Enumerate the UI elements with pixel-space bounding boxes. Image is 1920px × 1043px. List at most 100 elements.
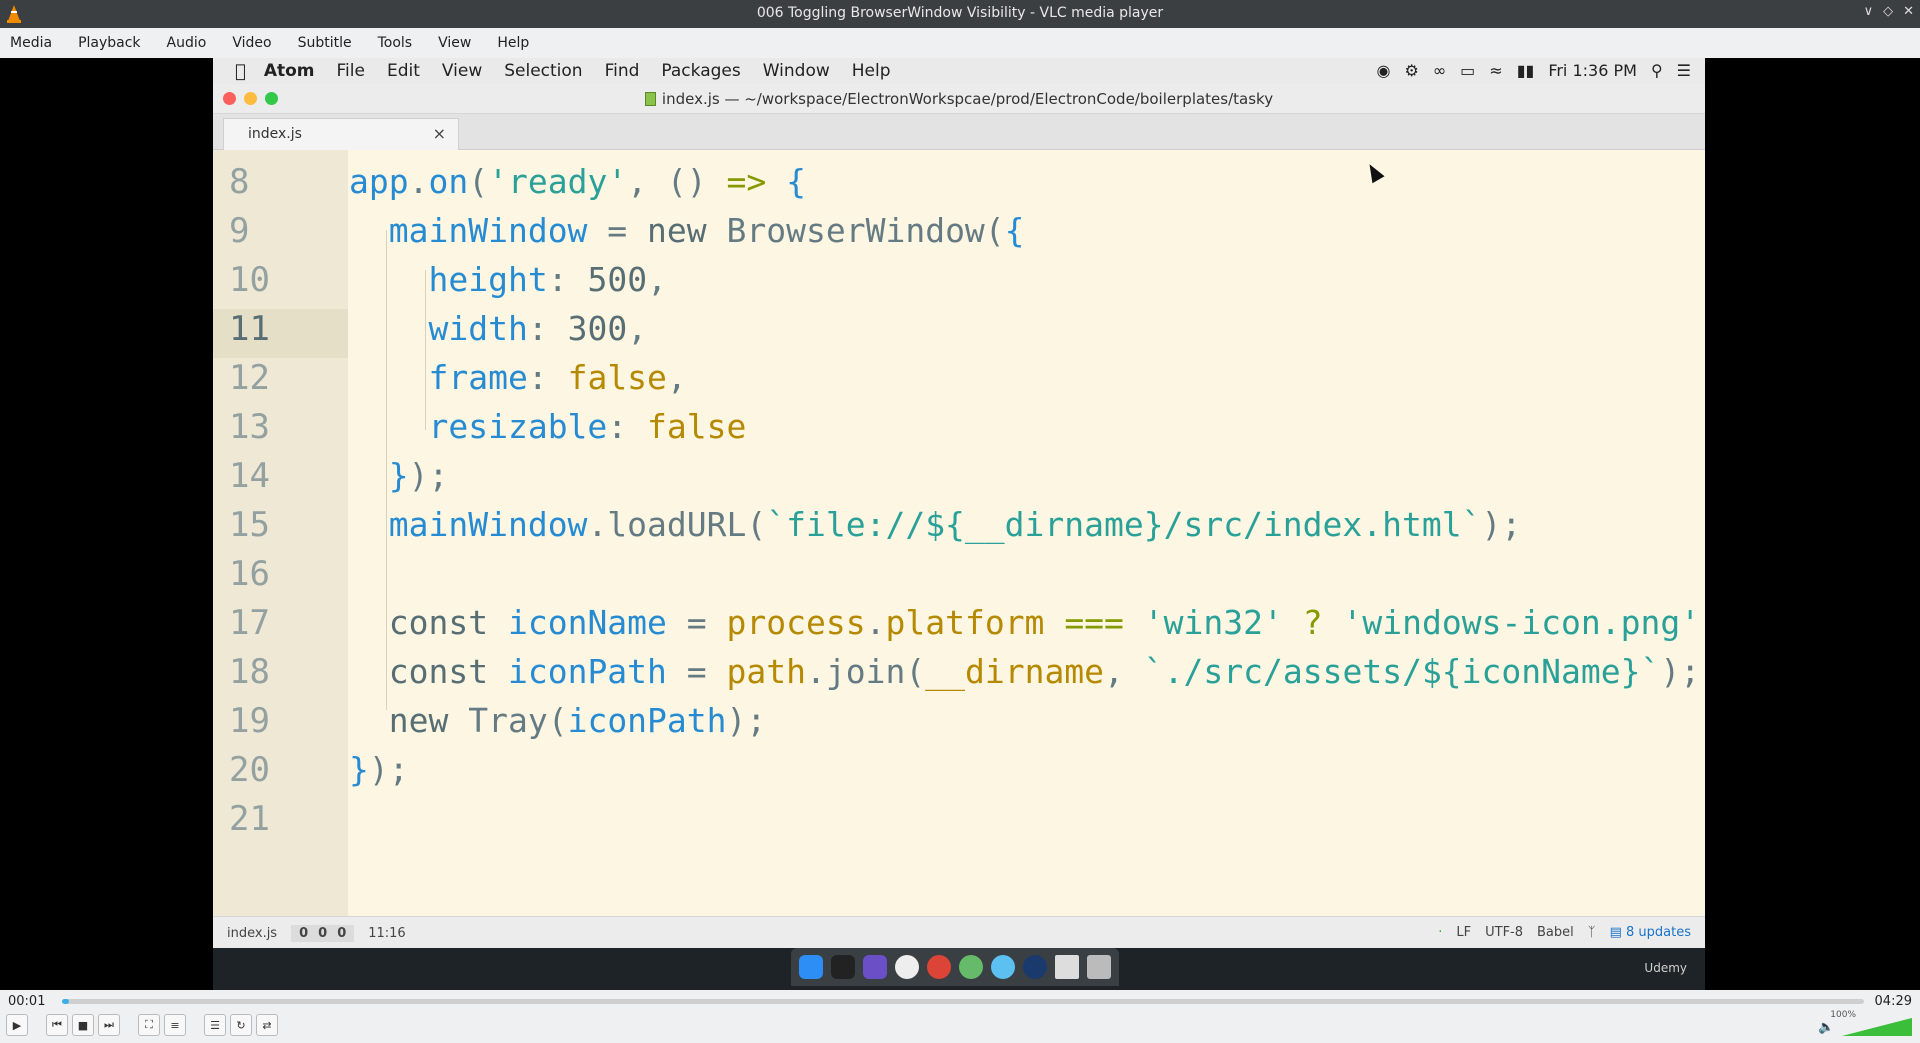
atom-icon: [959, 955, 983, 979]
stop-icon[interactable]: ■: [72, 1014, 94, 1036]
document-icon: [1055, 955, 1079, 979]
code-line: });: [388, 456, 449, 495]
shuffle-icon[interactable]: ⇄: [256, 1014, 278, 1036]
git-branch-icon: ᛉ: [1587, 925, 1596, 940]
status-updates: ▤ 8 updates: [1610, 925, 1691, 940]
menu-help[interactable]: Help: [497, 35, 529, 51]
loop-icon[interactable]: ↻: [230, 1014, 252, 1036]
vlc-title-bar: 006 Toggling BrowserWindow Visibility - …: [0, 0, 1920, 28]
mac-menu-file: File: [325, 61, 365, 81]
total-time: 04:29: [1874, 994, 1912, 1009]
finder-icon: [799, 955, 823, 979]
line-number: 21: [229, 799, 270, 839]
mac-menu-selection: Selection: [493, 61, 582, 81]
close-icon[interactable]: ✕: [1903, 4, 1914, 19]
menu-subtitle[interactable]: Subtitle: [298, 35, 352, 51]
search-icon: ⚲: [1650, 61, 1663, 80]
atom-status-bar: index.js 0 0 0 11:16 · LF UTF-8 Babel ᛉ …: [213, 916, 1705, 948]
mac-menu-packages: Packages: [650, 61, 740, 81]
code-line: frame: false,: [428, 358, 687, 397]
list-icon: ☰: [1676, 61, 1691, 80]
line-number: 15: [229, 505, 270, 545]
play-icon[interactable]: ▶: [6, 1014, 28, 1036]
speaker-icon[interactable]: 🔈: [1818, 1020, 1834, 1035]
menu-video[interactable]: Video: [232, 35, 271, 51]
menu-audio[interactable]: Audio: [167, 35, 207, 51]
line-number: 8: [229, 162, 250, 202]
mac-menu-find: Find: [593, 61, 640, 81]
code-line: mainWindow.loadURL(`file://${__dirname}/…: [388, 505, 1522, 544]
code-line: });: [349, 750, 409, 789]
atom-tab-bar: index.js ×: [213, 114, 1705, 150]
udemy-watermark: Udemy: [1644, 961, 1687, 975]
seek-bar[interactable]: [62, 999, 1864, 1004]
mac-menu-bar:  Atom File Edit View Selection Find Pac…: [213, 58, 1705, 84]
code-line: mainWindow = new BrowserWindow({: [388, 211, 1025, 250]
extended-settings-icon[interactable]: ≡: [164, 1014, 186, 1036]
tab-index-js: index.js ×: [223, 118, 459, 150]
code-editor: 8 9 10 11 12 13 14 15 16 17 18 19 20 21 app.on('ready…: [213, 150, 1705, 916]
count-errors: 0: [299, 926, 309, 941]
line-number: 17: [229, 603, 270, 643]
glasses-icon: ∞: [1432, 61, 1447, 80]
trash-icon: [1087, 955, 1111, 979]
status-encoding: UTF-8: [1485, 925, 1524, 940]
mac-app-name: Atom: [253, 61, 315, 81]
mac-menu-edit: Edit: [376, 61, 420, 81]
updates-label: 8 updates: [1626, 925, 1691, 940]
line-number: 16: [229, 554, 270, 594]
fullscreen-icon[interactable]: ⛶: [138, 1014, 160, 1036]
menu-media[interactable]: Media: [10, 35, 52, 51]
menu-view[interactable]: View: [438, 35, 471, 51]
menu-tools[interactable]: Tools: [378, 35, 413, 51]
line-number: 20: [229, 750, 270, 790]
code-line: height: 500,: [428, 260, 667, 299]
quill-icon: [863, 955, 887, 979]
tab-label: index.js: [248, 126, 302, 142]
record-icon: ◉: [1376, 61, 1391, 80]
playlist-icon[interactable]: ☰: [204, 1014, 226, 1036]
tab-close-icon: ×: [432, 124, 446, 143]
code-line: width: 300,: [428, 309, 648, 348]
apple-icon: : [235, 61, 246, 82]
code-line: const iconName = process.platform === 'w…: [388, 603, 1701, 642]
volume-slider[interactable]: 🔈 100%: [1818, 1010, 1912, 1038]
line-number: 13: [229, 407, 270, 447]
code-line: app.on('ready', () => {: [349, 162, 807, 201]
mac-menu-view: View: [431, 61, 482, 81]
seek-bar-fill: [62, 999, 70, 1004]
quicktime-icon: [1023, 955, 1047, 979]
line-number: 12: [229, 358, 270, 398]
mac-dock: [791, 948, 1119, 986]
vlc-menu-bar: Media Playback Audio Video Subtitle Tool…: [0, 28, 1920, 58]
video-area[interactable]:  Atom File Edit View Selection Find Pac…: [0, 58, 1920, 990]
window-title: 006 Toggling BrowserWindow Visibility - …: [756, 5, 1164, 21]
update-icon: ▤: [1609, 925, 1622, 940]
minimize-icon[interactable]: ∨: [1864, 4, 1874, 19]
line-number: 18: [229, 652, 270, 692]
status-cursor: 11:16: [368, 926, 406, 941]
count-warnings: 0: [318, 926, 328, 941]
atom-window-title: index.js — ~/workspace/ElectronWorkspcae…: [661, 90, 1274, 108]
emoji-icon: [895, 955, 919, 979]
settings-icon: ⚙: [1404, 61, 1419, 80]
airplay-icon: ▭: [1460, 61, 1476, 80]
battery-icon: ▮▮: [1516, 61, 1535, 80]
line-number: 11: [213, 309, 348, 358]
menu-playback[interactable]: Playback: [78, 35, 140, 51]
elapsed-time: 00:01: [8, 994, 46, 1009]
maximize-icon[interactable]: ◇: [1883, 4, 1893, 19]
status-line-ending: LF: [1456, 925, 1472, 940]
line-number: 10: [229, 260, 270, 300]
code-line: resizable: false: [428, 407, 747, 446]
wifi-icon: ≈: [1489, 61, 1503, 80]
status-dot: ·: [1438, 925, 1443, 940]
status-grammar: Babel: [1537, 925, 1574, 940]
next-icon[interactable]: ⏭: [98, 1014, 120, 1036]
safari-icon: [991, 955, 1015, 979]
file-icon: [644, 92, 656, 106]
lint-counts: 0 0 0: [291, 925, 355, 942]
previous-icon[interactable]: ⏮: [46, 1014, 68, 1036]
mac-menu-help: Help: [840, 61, 891, 81]
vlc-controls: 00:01 04:29 ▶ ⏮ ■ ⏭ ⛶ ≡ ☰ ↻ ⇄ 🔈 100%: [0, 990, 1920, 1043]
